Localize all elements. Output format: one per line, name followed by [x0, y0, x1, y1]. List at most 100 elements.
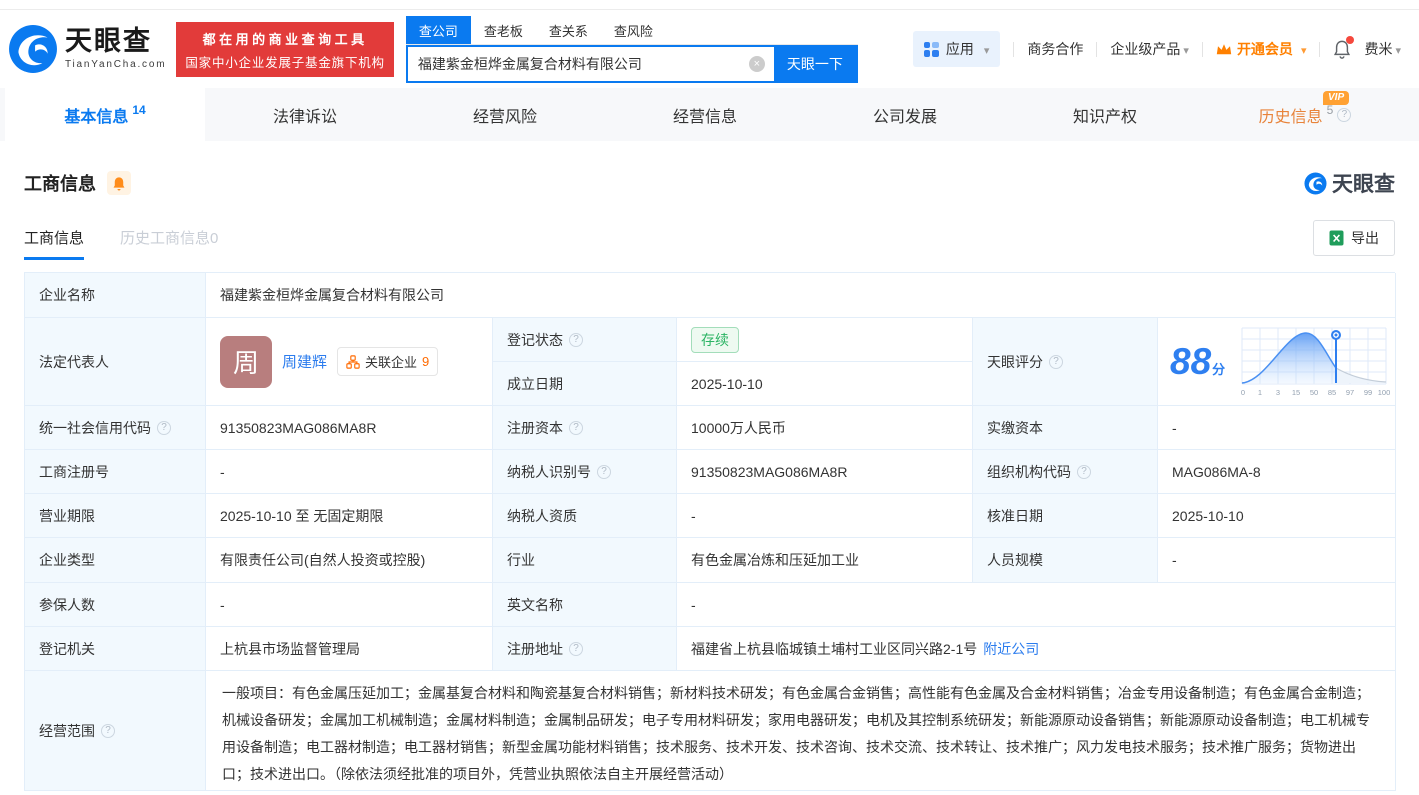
search-tab-risk[interactable]: 查风险 — [601, 16, 666, 44]
tab-label: 公司发展 — [873, 103, 937, 127]
monitor-bell-icon[interactable] — [107, 171, 131, 195]
help-icon[interactable] — [569, 421, 583, 435]
tianyancha-logo-icon — [8, 24, 58, 74]
tab-basic-info[interactable]: 基本信息 14 — [5, 88, 205, 141]
legal-rep-label: 法定代表人 — [25, 318, 206, 406]
company-name-label: 企业名称 — [25, 273, 206, 318]
legal-rep-name-link[interactable]: 周建辉 — [282, 351, 327, 372]
tab-operating-risk[interactable]: 经营风险 — [405, 88, 605, 141]
promo-banner: 都在用的商业查询工具 国家中小企业发展子基金旗下机构 — [176, 22, 394, 77]
nav-open-vip[interactable]: 开通会员 — [1216, 39, 1307, 59]
english-name-label: 英文名称 — [493, 583, 677, 627]
subtab-history-business-info[interactable]: 历史工商信息0 — [120, 227, 218, 260]
excel-icon — [1329, 230, 1344, 246]
help-icon[interactable] — [1049, 355, 1063, 369]
header-nav: 应用 商务合作 企业级产品 开通会员 费米 — [913, 31, 1401, 67]
taxpayer-quality-label: 纳税人资质 — [493, 494, 677, 538]
help-icon[interactable] — [569, 333, 583, 347]
vip-label: 开通会员 — [1237, 39, 1293, 59]
authority-label: 登记机关 — [25, 627, 206, 671]
legal-rep-avatar[interactable]: 周 — [220, 336, 272, 388]
divider — [1202, 42, 1203, 57]
uscc-value: 91350823MAG086MA8R — [206, 406, 493, 450]
tab-history-info[interactable]: VIP 历史信息 5 — [1205, 88, 1405, 141]
company-name-value: 福建紫金桓烨金属复合材料有限公司 — [206, 273, 1396, 318]
reg-status-label: 登记状态 — [493, 318, 677, 362]
org-code-value: MAG086MA-8 — [1158, 450, 1396, 494]
staff-size-label: 人员规模 — [973, 538, 1158, 583]
svg-text:15: 15 — [1292, 388, 1300, 397]
tab-label: 法律诉讼 — [273, 103, 337, 127]
nav-business-cooperation[interactable]: 商务合作 — [1027, 39, 1083, 59]
related-companies-badge[interactable]: 关联企业 9 — [337, 347, 438, 376]
nearby-companies-link[interactable]: 附近公司 — [983, 639, 1039, 659]
taxpayer-id-label: 纳税人识别号 — [493, 450, 677, 494]
svg-text:100: 100 — [1378, 388, 1390, 397]
promo-line2: 国家中小企业发展子基金旗下机构 — [185, 52, 385, 71]
search-tab-relation[interactable]: 查关系 — [536, 16, 601, 44]
related-companies-count: 9 — [422, 354, 429, 369]
tab-count: 14 — [132, 103, 145, 117]
site-logo[interactable]: 天眼查 TianYanCha.com — [8, 24, 166, 74]
export-label: 导出 — [1351, 228, 1379, 248]
tab-operating-info[interactable]: 经营信息 — [605, 88, 805, 141]
search-box: 天眼一下 — [406, 45, 858, 83]
help-icon[interactable] — [1337, 108, 1351, 122]
taxpayer-id-value: 91350823MAG086MA8R — [677, 450, 973, 494]
help-icon[interactable] — [569, 642, 583, 656]
paid-capital-value: - — [1158, 406, 1396, 450]
scope-value: 一般项目：有色金属压延加工；金属基复合材料和陶瓷基复合材料销售；新材料技术研发；… — [206, 671, 1396, 791]
notification-dot — [1346, 36, 1354, 44]
term-label: 营业期限 — [25, 494, 206, 538]
search-tab-boss[interactable]: 查老板 — [471, 16, 536, 44]
help-icon[interactable] — [157, 421, 171, 435]
promo-line1: 都在用的商业查询工具 — [185, 29, 385, 48]
address-value: 福建省上杭县临城镇土埔村工业区同兴路2-1号 附近公司 — [677, 627, 1396, 671]
tianyan-score-cell[interactable]: 88分 0 1 3 15 — [1158, 318, 1396, 406]
help-icon[interactable] — [101, 724, 115, 738]
subtab-business-info[interactable]: 工商信息 — [24, 227, 84, 260]
scope-label: 经营范围 — [25, 671, 206, 791]
tab-company-development[interactable]: 公司发展 — [805, 88, 1005, 141]
search-button[interactable]: 天眼一下 — [774, 47, 856, 81]
clear-search-icon[interactable] — [749, 56, 765, 72]
username: 费米 — [1364, 39, 1392, 59]
uscc-label: 统一社会信用代码 — [25, 406, 206, 450]
watermark-text: 天眼查 — [1332, 168, 1395, 198]
svg-text:1: 1 — [1258, 388, 1262, 397]
insured-label: 参保人数 — [25, 583, 206, 627]
apps-grid-icon — [924, 42, 939, 57]
tab-label: 经营风险 — [473, 103, 537, 127]
term-value: 2025-10-10 至 无固定期限 — [206, 494, 493, 538]
tab-intellectual-property[interactable]: 知识产权 — [1005, 88, 1205, 141]
user-menu[interactable]: 费米 — [1364, 39, 1401, 59]
paid-capital-label: 实缴资本 — [973, 406, 1158, 450]
search-input[interactable] — [408, 47, 749, 81]
crown-icon — [1216, 43, 1232, 56]
search-area: 查公司 查老板 查关系 查风险 天眼一下 — [406, 16, 858, 83]
reg-capital-label: 注册资本 — [493, 406, 677, 450]
tab-legal-litigation[interactable]: 法律诉讼 — [205, 88, 405, 141]
company-tabs: 基本信息 14 法律诉讼 经营风险 经营信息 公司发展 知识产权 VIP 历史信… — [0, 88, 1419, 141]
divider — [1096, 42, 1097, 57]
help-icon[interactable] — [597, 465, 611, 479]
chevron-down-icon — [1392, 41, 1401, 57]
nav-enterprise-products[interactable]: 企业级产品 — [1110, 39, 1189, 59]
export-button[interactable]: 导出 — [1313, 220, 1395, 256]
org-network-icon — [346, 355, 360, 369]
tianyan-score-label: 天眼评分 — [973, 318, 1158, 406]
approval-date-label: 核准日期 — [973, 494, 1158, 538]
tianyancha-logo-icon — [1304, 172, 1327, 195]
svg-text:3: 3 — [1276, 388, 1280, 397]
notifications-bell-icon[interactable] — [1333, 39, 1351, 59]
vip-badge: VIP — [1323, 91, 1349, 105]
help-icon[interactable] — [1077, 465, 1091, 479]
apps-menu-button[interactable]: 应用 — [913, 31, 1001, 67]
svg-text:97: 97 — [1346, 388, 1354, 397]
search-tab-company[interactable]: 查公司 — [406, 16, 471, 44]
staff-size-value: - — [1158, 538, 1396, 583]
authority-value: 上杭县市场监督管理局 — [206, 627, 493, 671]
reg-no-value: - — [206, 450, 493, 494]
svg-text:99: 99 — [1364, 388, 1372, 397]
section-header: 工商信息 天眼查 — [24, 168, 1395, 198]
